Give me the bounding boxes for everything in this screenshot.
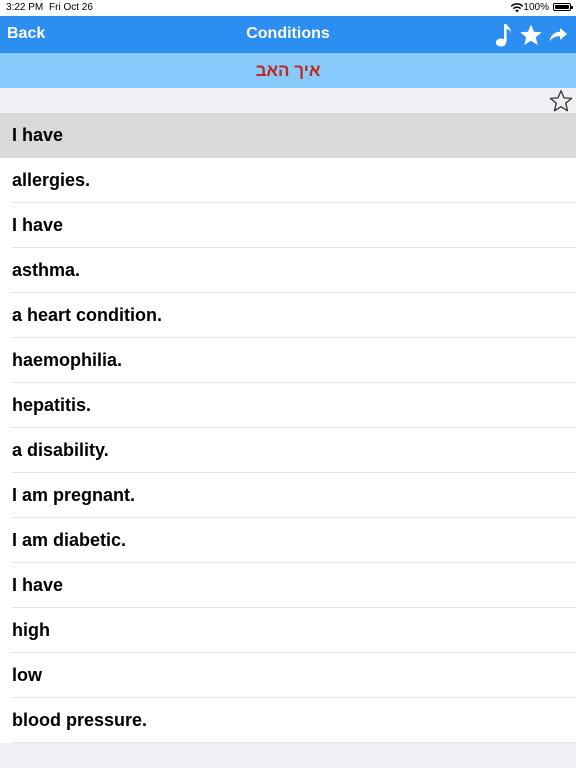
phrase-row[interactable]: I am pregnant.: [0, 473, 576, 518]
phrase-list: I have allergies. I have asthma. a heart con…: [0, 113, 576, 743]
phrase-row[interactable]: I have: [0, 113, 576, 158]
page-title: Conditions: [246, 25, 330, 42]
phrase-row[interactable]: blood pressure.: [0, 698, 576, 743]
phrase-row[interactable]: I have: [0, 563, 576, 608]
status-bar: 3:22 PM Fri Oct 26 100%: [0, 0, 576, 16]
phrase-row[interactable]: high: [0, 608, 576, 653]
phrase-row[interactable]: asthma.: [0, 248, 576, 293]
translation-header: איך האב: [0, 53, 576, 88]
battery-icon: [553, 3, 573, 11]
phrase-row[interactable]: I have: [0, 203, 576, 248]
phrase-row[interactable]: I am diabetic.: [0, 518, 576, 563]
back-button[interactable]: Back: [7, 25, 45, 43]
wifi-icon: [510, 3, 524, 16]
phrase-row[interactable]: a disability.: [0, 428, 576, 473]
phrase-row[interactable]: a heart condition.: [0, 293, 576, 338]
star-icon[interactable]: [518, 21, 544, 49]
list-footer: [0, 743, 576, 768]
battery-percentage: 100%: [523, 2, 549, 13]
phrase-row[interactable]: allergies.: [0, 158, 576, 203]
navigation-bar: Back Conditions: [0, 16, 576, 53]
star-outline-icon[interactable]: [548, 88, 574, 113]
status-time: 3:22 PM: [6, 2, 44, 13]
music-note-icon[interactable]: [492, 21, 516, 49]
share-arrow-icon[interactable]: [547, 21, 569, 49]
favorite-strip: [0, 88, 576, 113]
phrase-row[interactable]: low: [0, 653, 576, 698]
phrase-row[interactable]: haemophilia.: [0, 338, 576, 383]
phrase-row[interactable]: hepatitis.: [0, 383, 576, 428]
status-date: Fri Oct 26: [49, 2, 93, 13]
